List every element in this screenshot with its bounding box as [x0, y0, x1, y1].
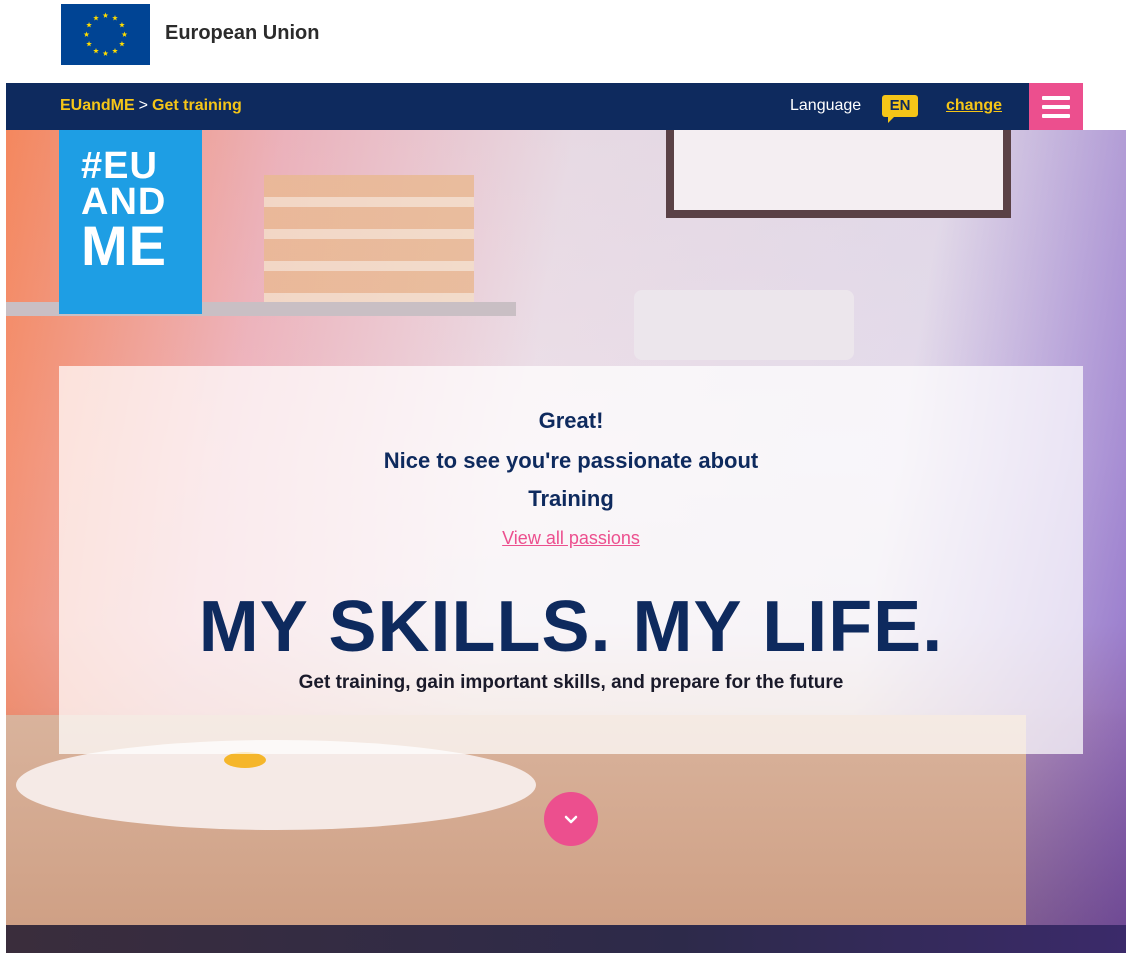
intro-passion-topic: Training [528, 486, 614, 511]
logo-line-1: #EU [81, 145, 158, 187]
menu-bar [1042, 113, 1070, 118]
egg-yolk-image [224, 752, 266, 768]
eu-header: European Union [0, 0, 1126, 83]
hero-bottom-shade [6, 925, 1126, 953]
intro-passion-text: Nice to see you're passionate about [383, 448, 759, 473]
hero-content-panel: Great! Nice to see you're passionate abo… [59, 366, 1083, 754]
hero-headline: MY SKILLS. MY LIFE. [198, 587, 944, 667]
mixer-image [634, 290, 854, 360]
language-label: Language [790, 97, 862, 114]
egg-trays-image [264, 175, 474, 305]
whiteboard-image [666, 130, 1011, 218]
breadcrumb-current: Get training [152, 97, 242, 114]
chevron-down-icon [564, 815, 578, 824]
logo-line-3: ME [81, 214, 167, 277]
breadcrumb: EUandME > Get training [60, 97, 242, 115]
eu-flag-icon[interactable] [61, 4, 150, 65]
hamburger-menu-icon[interactable] [1029, 83, 1083, 130]
view-all-passions-link[interactable]: View all passions [59, 528, 1083, 549]
eu-name: European Union [165, 22, 320, 44]
language-change-link[interactable]: change [946, 97, 1002, 115]
euandme-logo[interactable]: #EU AND ME [59, 130, 202, 314]
hero-subline: Get training, gain important skills, and… [298, 672, 844, 693]
menu-bar [1042, 95, 1070, 100]
breadcrumb-separator: > [138, 97, 149, 114]
top-navbar: EUandME > Get training Language EN change [6, 83, 1083, 130]
language-code-badge: EN [882, 95, 918, 123]
intro-greeting: Great! [538, 408, 604, 433]
scroll-down-button[interactable] [544, 792, 598, 846]
menu-bar [1042, 104, 1070, 109]
breadcrumb-home-link[interactable]: EUandME [60, 97, 135, 114]
